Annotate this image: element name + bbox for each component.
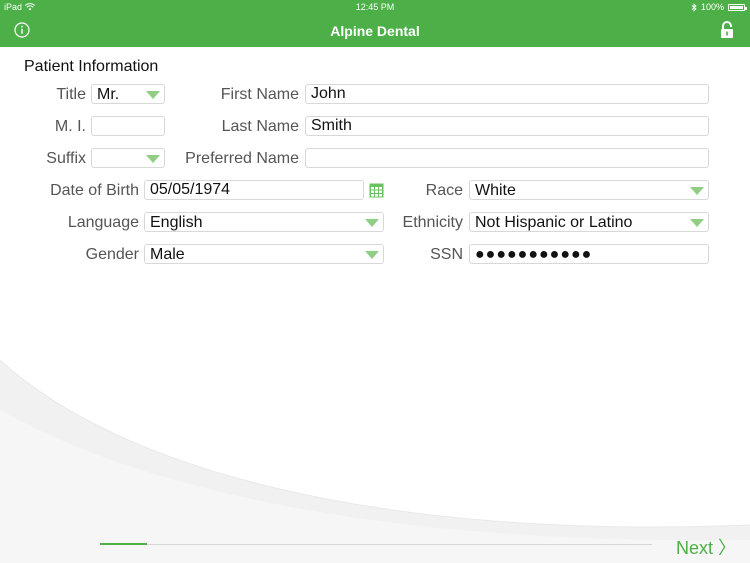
status-time: 12:45 PM [355,2,395,12]
chevron-down-icon [690,187,704,195]
mi-input[interactable] [91,116,165,136]
chevron-down-icon [146,155,160,163]
chevron-down-icon [146,91,160,99]
ssn-label: SSN [430,246,463,263]
ssn-input[interactable]: ●●●●●●●●●●● [469,244,709,264]
ethnicity-label: Ethnicity [402,214,463,231]
next-button[interactable]: Next 〉 [676,534,736,560]
first-name-input[interactable] [305,84,709,104]
race-select-value: White [475,182,516,199]
status-right: 100% [691,2,747,12]
battery-percent: 100% [700,2,724,12]
gender-label: Gender [85,246,139,263]
chevron-down-icon [365,251,379,259]
status-bar: iPad 12:45 PM 100% [0,0,750,14]
mi-label: M. I. [54,118,86,135]
suffix-label: Suffix [46,150,86,167]
progress-track [100,544,652,545]
ssn-masked-value: ●●●●●●●●●●● [475,246,593,263]
unlock-icon[interactable] [719,21,735,39]
dob-label: Date of Birth [50,182,139,199]
background-curve [0,359,750,563]
progress-fill [100,543,147,545]
gender-select[interactable]: Male [144,244,384,264]
last-name-label: Last Name [221,118,299,135]
gender-select-value: Male [150,246,185,263]
race-label: Race [425,182,463,199]
section-title: Patient Information [24,58,159,75]
language-label: Language [67,214,139,231]
title-select-value: Mr. [97,86,120,103]
app-title: Alpine Dental [330,23,420,39]
first-name-label: First Name [220,86,299,103]
ethnicity-select[interactable]: Not Hispanic or Latino [469,212,709,232]
chevron-down-icon [365,219,379,227]
last-name-input[interactable] [305,116,709,136]
title-select[interactable]: Mr. [91,84,165,104]
suffix-select[interactable] [91,148,165,168]
nav-bar: Alpine Dental [0,14,750,47]
language-select[interactable]: English [144,212,384,232]
bluetooth-icon [691,2,697,12]
title-label: Title [56,86,86,103]
chevron-down-icon [690,219,704,227]
dob-input[interactable] [144,180,364,200]
language-select-value: English [150,214,203,231]
preferred-name-input[interactable] [305,148,709,168]
preferred-name-label: Preferred Name [185,150,299,167]
race-select[interactable]: White [469,180,709,200]
ethnicity-select-value: Not Hispanic or Latino [475,214,633,231]
battery-icon [728,3,747,11]
calendar-icon[interactable] [369,183,384,198]
